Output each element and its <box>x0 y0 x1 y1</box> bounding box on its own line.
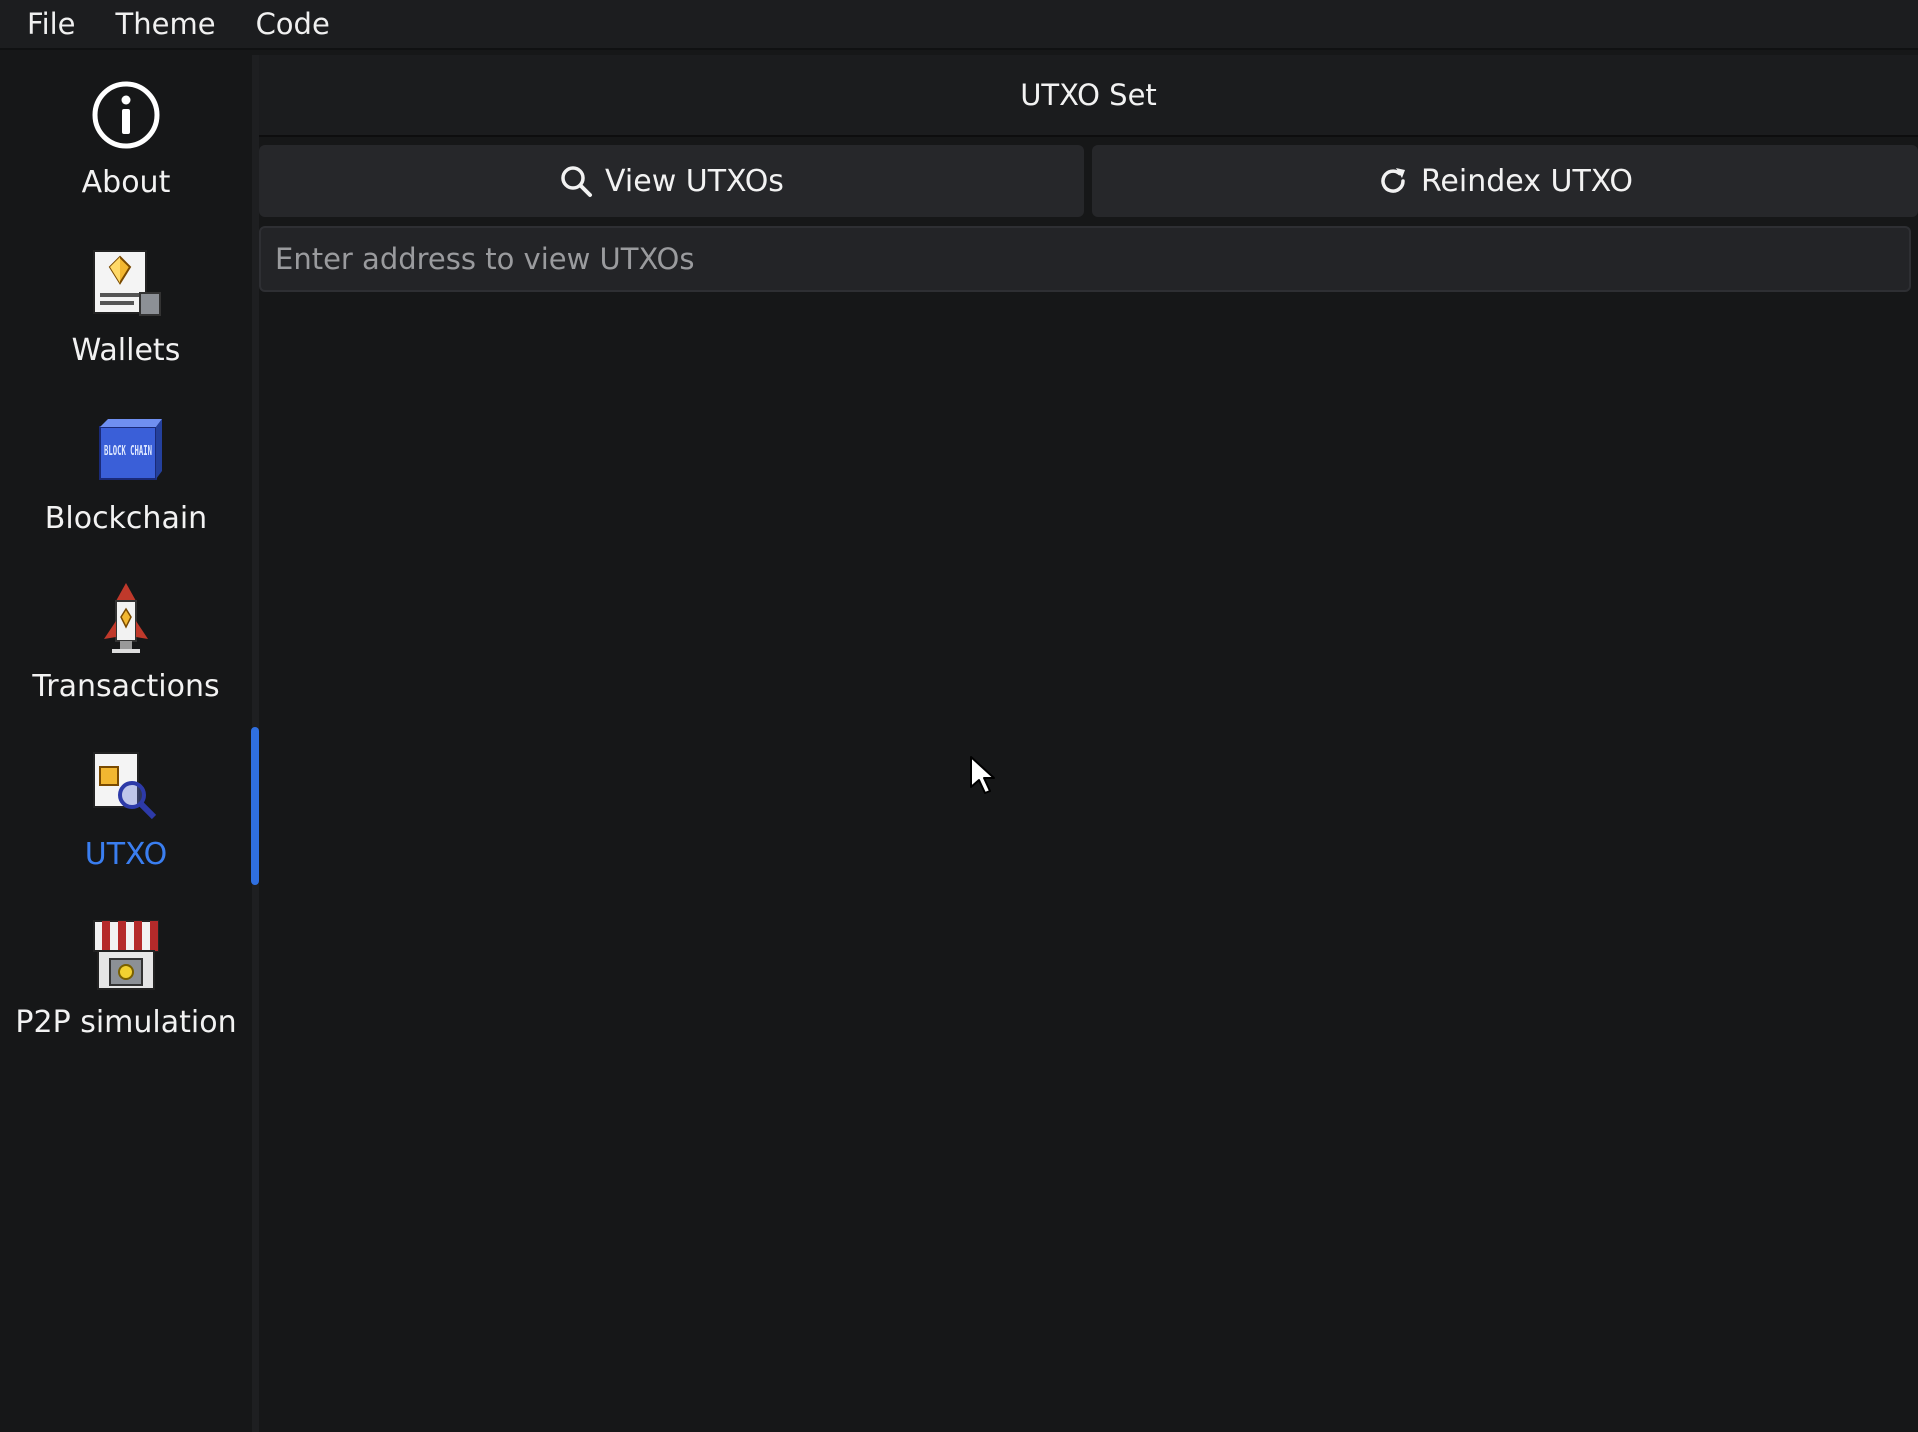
rocket-icon <box>86 579 166 659</box>
reindex-utxo-label: Reindex UTXO <box>1420 163 1634 199</box>
page-title: UTXO Set <box>1020 78 1157 112</box>
view-utxos-label: View UTXOs <box>605 163 784 199</box>
reindex-utxo-button[interactable]: Reindex UTXO <box>1092 145 1918 217</box>
active-nav-indicator <box>251 727 259 885</box>
sidebar-item-p2p-simulation[interactable]: P2P simulation <box>0 915 252 1065</box>
sidebar-item-label: Wallets <box>71 333 181 368</box>
sidebar-item-about[interactable]: About <box>0 75 252 225</box>
menu-code[interactable]: Code <box>236 4 350 44</box>
sidebar-item-transactions[interactable]: Transactions <box>0 579 252 729</box>
sidebar-item-label: Transactions <box>32 669 220 704</box>
menu-file[interactable]: File <box>0 4 96 44</box>
info-icon <box>86 75 166 155</box>
utxo-search-icon <box>86 747 166 827</box>
sidebar-item-utxo[interactable]: UTXO <box>0 747 252 897</box>
refresh-icon <box>1377 165 1409 197</box>
sidebar-item-label: P2P simulation <box>15 1005 237 1040</box>
sidebar: About Wallets BLOCK CHAIN Blockchain Tra… <box>0 55 252 1432</box>
panel-header: UTXO Set <box>259 55 1918 137</box>
wallet-icon <box>86 243 166 323</box>
sidebar-item-label: Blockchain <box>44 501 208 536</box>
search-icon <box>559 164 593 198</box>
shop-icon <box>86 915 166 995</box>
mouse-cursor-icon <box>969 755 997 799</box>
sidebar-item-label: About <box>81 165 171 200</box>
address-input[interactable] <box>259 226 1911 292</box>
sidebar-item-label: UTXO <box>84 837 168 872</box>
menu-bar: File Theme Code <box>0 0 1918 50</box>
view-utxos-button[interactable]: View UTXOs <box>259 145 1084 217</box>
sidebar-item-blockchain[interactable]: BLOCK CHAIN Blockchain <box>0 411 252 561</box>
blockchain-icon: BLOCK CHAIN <box>86 411 166 491</box>
sidebar-item-wallets[interactable]: Wallets <box>0 243 252 393</box>
utxo-panel: UTXO Set View UTXOs Reindex UTXO <box>259 55 1918 1432</box>
blockchain-icon-text: BLOCK CHAIN <box>104 444 152 459</box>
menu-theme[interactable]: Theme <box>96 4 236 44</box>
